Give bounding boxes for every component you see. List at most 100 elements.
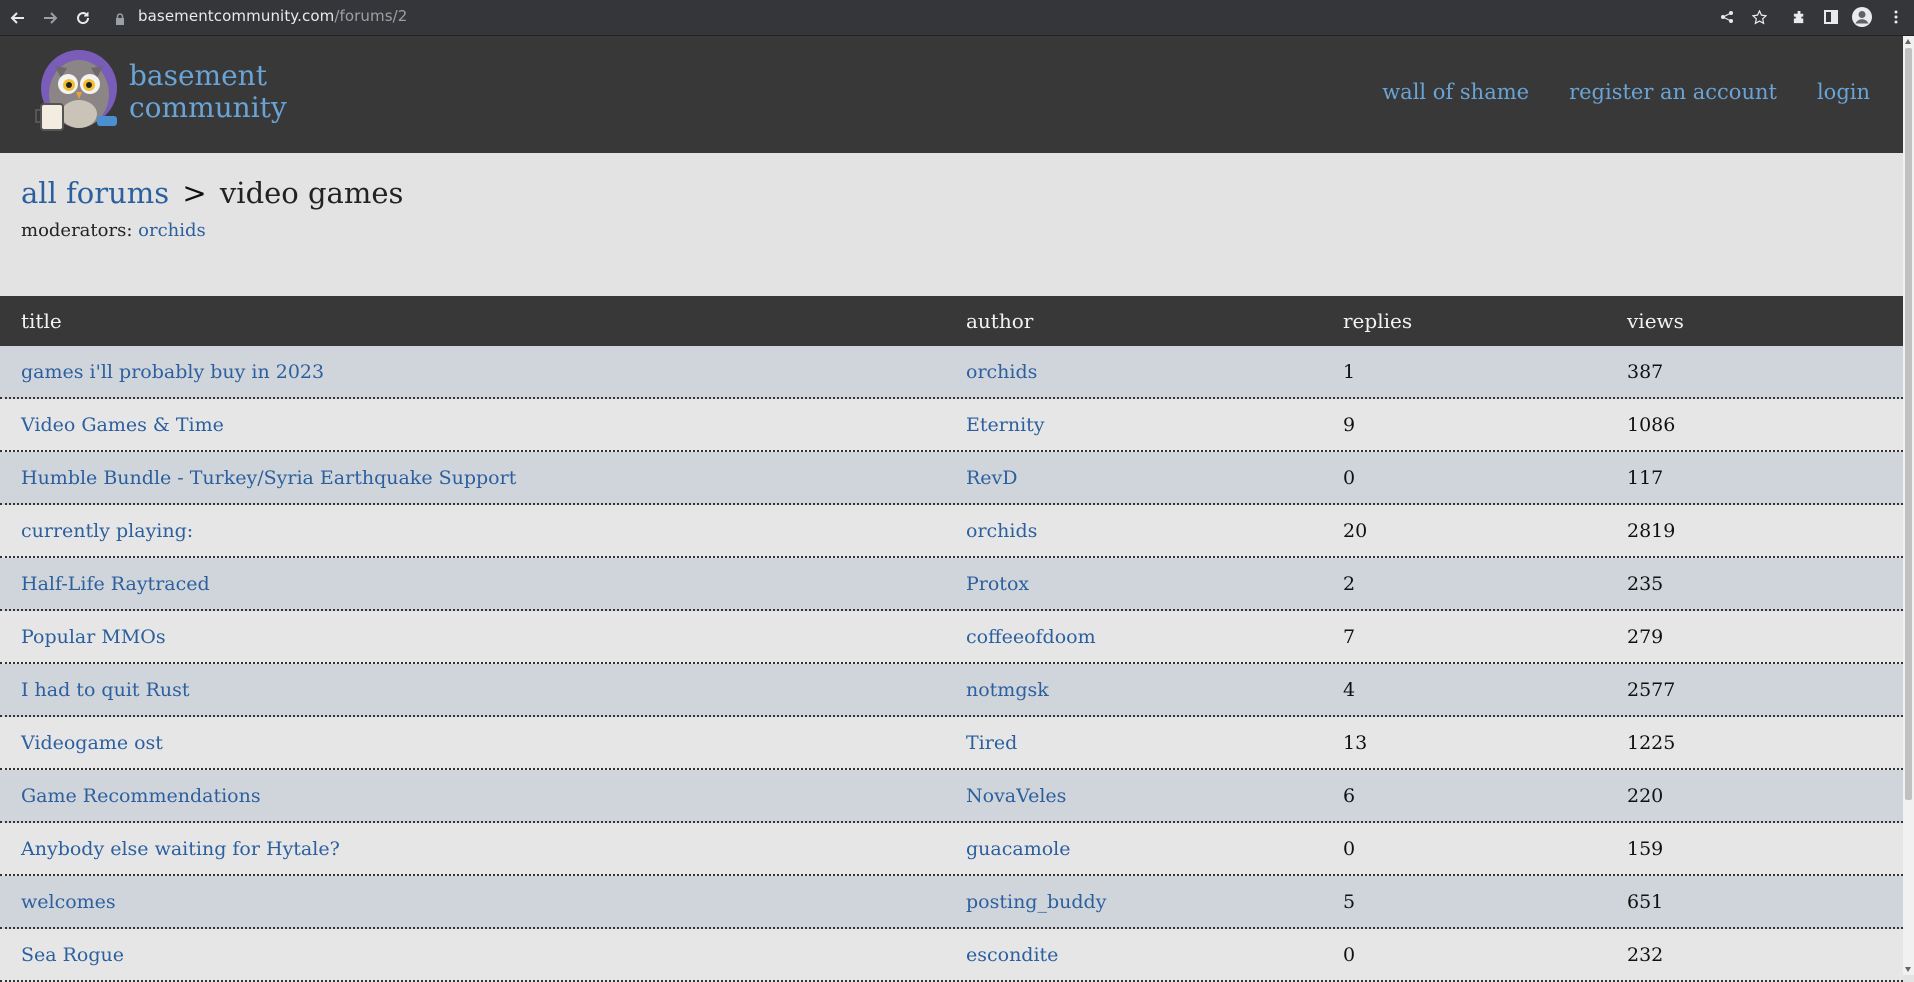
- thread-author-link[interactable]: orchids: [966, 361, 1037, 383]
- thread-author-link[interactable]: RevD: [966, 467, 1018, 489]
- extensions-icon[interactable]: [1788, 6, 1810, 28]
- thread-replies: 0: [1343, 943, 1356, 966]
- thread-title-link[interactable]: Anybody else waiting for Hytale?: [21, 838, 340, 860]
- table-row: Sea Rogue escondite 0 232: [0, 929, 1903, 982]
- thread-title-link[interactable]: welcomes: [21, 891, 116, 913]
- header-views[interactable]: views: [1627, 309, 1684, 333]
- nav-login[interactable]: login: [1817, 80, 1870, 104]
- owl-logo-icon[interactable]: [27, 44, 127, 144]
- back-icon[interactable]: [6, 6, 30, 30]
- table-row: Popular MMOs coffeeofdoom 7 279: [0, 611, 1903, 664]
- thread-title-link[interactable]: games i'll probably buy in 2023: [21, 361, 324, 383]
- site-header: basement community wall of shame registe…: [0, 36, 1903, 153]
- thread-replies: 9: [1343, 413, 1356, 436]
- breadcrumb: all forums > video games: [21, 176, 403, 210]
- address-bar[interactable]: basementcommunity.com/forums/2: [138, 7, 407, 25]
- reload-icon[interactable]: [71, 6, 95, 30]
- breadcrumb-separator: >: [182, 176, 207, 210]
- thread-views: 2577: [1627, 678, 1676, 701]
- thread-views: 651: [1627, 890, 1664, 913]
- table-row: Anybody else waiting for Hytale? guacamol…: [0, 823, 1903, 876]
- thread-views: 1225: [1627, 731, 1676, 754]
- table-row: Game Recommendations NovaVeles 6 220: [0, 770, 1903, 823]
- thread-author-link[interactable]: notmgsk: [966, 679, 1049, 701]
- thread-author-link[interactable]: Tired: [966, 732, 1017, 754]
- thread-views: 235: [1627, 572, 1664, 595]
- thread-views: 1086: [1627, 413, 1676, 436]
- breadcrumb-current: video games: [219, 176, 404, 210]
- table-row: Humble Bundle - Turkey/Syria Earthquake …: [0, 452, 1903, 505]
- lock-icon: [115, 10, 125, 25]
- browser-toolbar: basementcommunity.com/forums/2: [0, 0, 1914, 36]
- thread-replies: 5: [1343, 890, 1356, 913]
- thread-title-link[interactable]: Popular MMOs: [21, 626, 166, 648]
- thread-views: 232: [1627, 943, 1664, 966]
- thread-replies: 20: [1343, 519, 1368, 542]
- forward-icon[interactable]: [38, 6, 62, 30]
- thread-views: 117: [1627, 466, 1664, 489]
- breadcrumb-all-forums[interactable]: all forums: [21, 176, 169, 210]
- thread-author-link[interactable]: Eternity: [966, 414, 1045, 436]
- moderators-line: moderators: orchids: [21, 220, 206, 241]
- moderator-link[interactable]: orchids: [138, 220, 206, 241]
- table-row: Half-Life Raytraced Protox 2 235: [0, 558, 1903, 611]
- thread-author-link[interactable]: NovaVeles: [966, 785, 1066, 807]
- thread-title-link[interactable]: Humble Bundle - Turkey/Syria Earthquake …: [21, 467, 516, 489]
- header-title[interactable]: title: [21, 309, 62, 333]
- thread-replies: 13: [1343, 731, 1368, 754]
- page-scrollbar[interactable]: [1903, 36, 1914, 975]
- thread-replies: 0: [1343, 837, 1356, 860]
- table-row: Videogame ost Tired 13 1225: [0, 717, 1903, 770]
- thread-author-link[interactable]: escondite: [966, 944, 1058, 966]
- thread-replies: 2: [1343, 572, 1356, 595]
- table-row: games i'll probably buy in 2023 orchids 1 3…: [0, 346, 1903, 399]
- nav-register[interactable]: register an account: [1569, 80, 1777, 104]
- brand-line-2: community: [129, 91, 287, 124]
- thread-title-link[interactable]: Game Recommendations: [21, 785, 261, 807]
- thread-replies: 0: [1343, 466, 1356, 489]
- thread-title-link[interactable]: I had to quit Rust: [21, 679, 190, 701]
- thread-views: 2819: [1627, 519, 1676, 542]
- table-row: I had to quit Rust notmgsk 4 2577: [0, 664, 1903, 717]
- table-header: title author replies views: [0, 296, 1903, 346]
- thread-author-link[interactable]: guacamole: [966, 838, 1070, 860]
- thread-title-link[interactable]: currently playing:: [21, 520, 193, 542]
- share-icon[interactable]: [1716, 6, 1738, 28]
- thread-replies: 7: [1343, 625, 1356, 648]
- thread-author-link[interactable]: posting_buddy: [966, 891, 1106, 913]
- profile-icon[interactable]: [1851, 6, 1873, 28]
- thread-views: 220: [1627, 784, 1664, 807]
- thread-author-link[interactable]: Protox: [966, 573, 1029, 595]
- nav-wall-of-shame[interactable]: wall of shame: [1382, 80, 1529, 104]
- header-replies[interactable]: replies: [1343, 309, 1412, 333]
- thread-replies: 1: [1343, 360, 1356, 383]
- brand-line-1: basement: [129, 59, 267, 92]
- thread-author-link[interactable]: coffeeofdoom: [966, 626, 1096, 648]
- scrollbar-thumb[interactable]: [1905, 48, 1912, 800]
- thread-author-link[interactable]: orchids: [966, 520, 1037, 542]
- thread-table: title author replies views games i'll pr…: [0, 296, 1903, 982]
- thread-replies: 6: [1343, 784, 1356, 807]
- thread-title-link[interactable]: Video Games & Time: [21, 414, 224, 436]
- thread-title-link[interactable]: Videogame ost: [21, 732, 163, 754]
- table-row: Video Games & Time Eternity 9 1086: [0, 399, 1903, 452]
- menu-icon[interactable]: [1885, 6, 1907, 28]
- url-path: /forums/2: [334, 7, 408, 25]
- top-navigation: wall of shame register an account login: [1382, 80, 1870, 104]
- scroll-down-arrow-icon[interactable]: [1905, 967, 1911, 972]
- table-row: currently playing: orchids 20 2819: [0, 505, 1903, 558]
- moderators-label: moderators:: [21, 220, 133, 241]
- thread-views: 159: [1627, 837, 1664, 860]
- brand-name[interactable]: basement community: [129, 60, 287, 124]
- thread-title-link[interactable]: Half-Life Raytraced: [21, 573, 210, 595]
- thread-views: 387: [1627, 360, 1664, 383]
- scroll-up-arrow-icon[interactable]: [1905, 39, 1911, 44]
- star-icon[interactable]: [1748, 6, 1770, 28]
- header-author[interactable]: author: [966, 309, 1033, 333]
- thread-replies: 4: [1343, 678, 1356, 701]
- sidepanel-icon[interactable]: [1820, 6, 1842, 28]
- thread-title-link[interactable]: Sea Rogue: [21, 944, 124, 966]
- thread-views: 279: [1627, 625, 1664, 648]
- table-row: welcomes posting_buddy 5 651: [0, 876, 1903, 929]
- url-domain: basementcommunity.com: [138, 7, 335, 25]
